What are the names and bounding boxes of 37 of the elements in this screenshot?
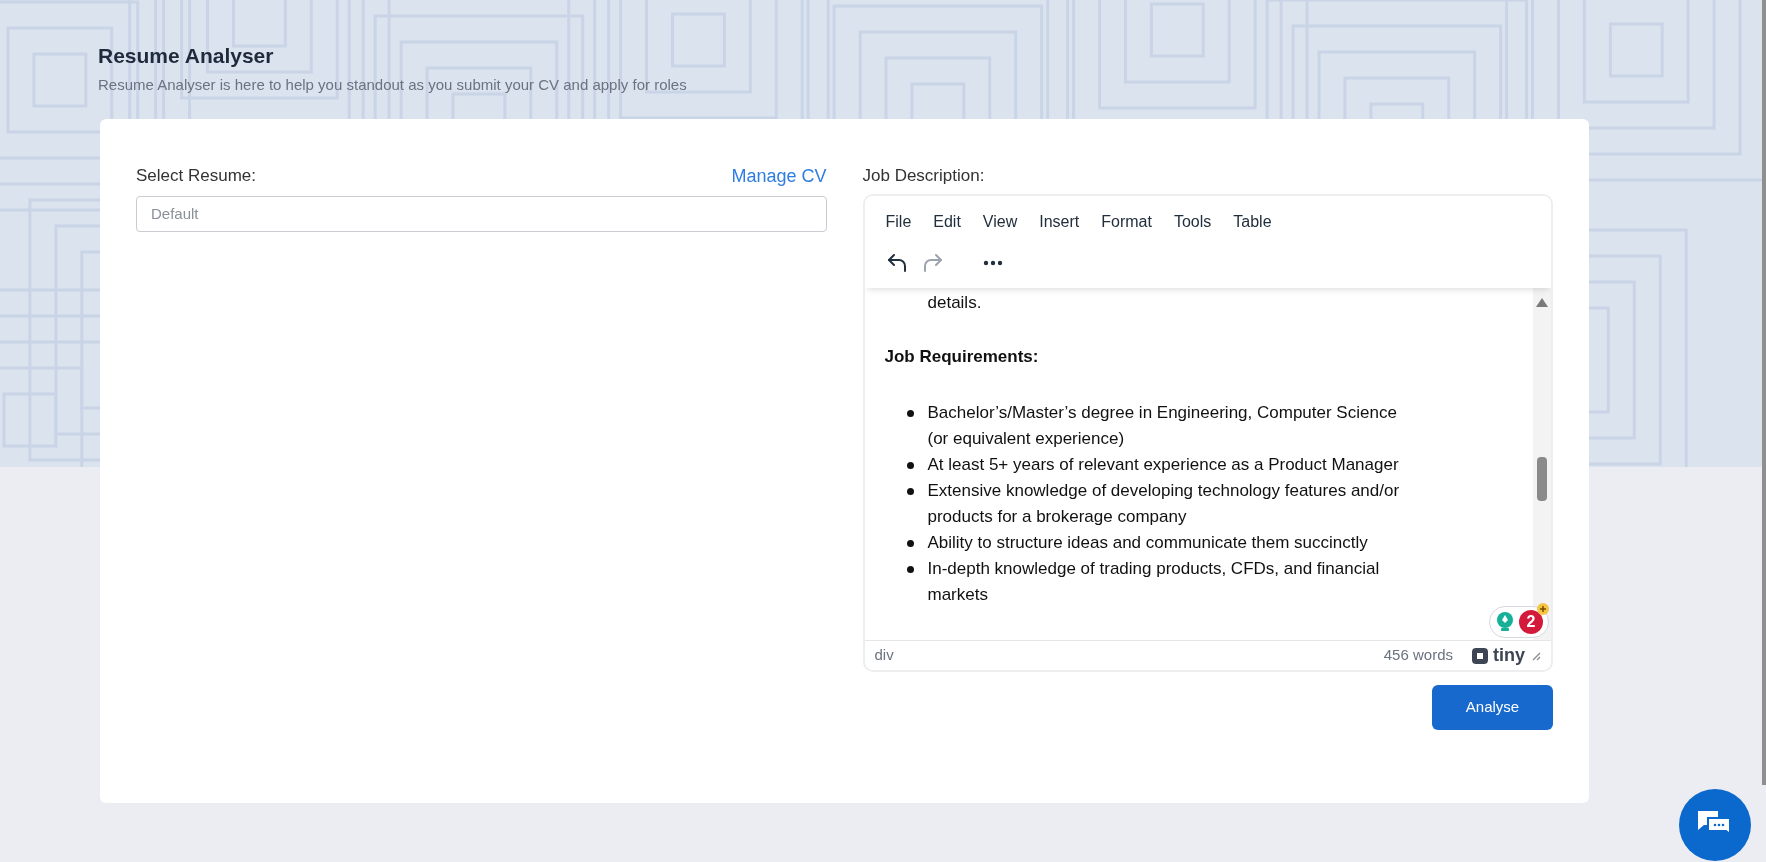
page-subtitle: Resume Analyser is here to help you standout as you submit your CV and apply for roles	[98, 75, 688, 95]
analyse-button[interactable]: Analyse	[1432, 685, 1553, 730]
list-item: In-depth knowledge of trading products, CFDs, and financial markets	[927, 558, 1381, 606]
manage-cv-link[interactable]: Manage CV	[731, 162, 827, 190]
writing-assistant-badge[interactable]: 2	[1489, 606, 1549, 638]
page-title: Resume Analyser	[98, 43, 275, 69]
field-label: Job Description:	[862, 164, 986, 187]
plus-icon	[1537, 603, 1549, 615]
paragraph: details.	[926, 292, 983, 314]
bullet-icon	[906, 462, 914, 469]
bullet-icon	[906, 410, 914, 417]
menu-item[interactable]: Format	[1092, 210, 1161, 234]
field-label: Select Resume:	[136, 165, 256, 188]
bullet-icon	[906, 540, 914, 547]
list-item: Bachelor’s/Master’s degree in Engineering, Computer Science (or equivalent experience)	[927, 402, 1398, 450]
list-item: Extensive knowledge of developing technology features and/or products for a brokerage company	[927, 480, 1401, 528]
bullet-icon	[906, 488, 914, 495]
scrollbar-thumb	[1537, 457, 1547, 501]
section-heading: Job Requirements:	[884, 346, 1040, 368]
menu-item[interactable]: View	[973, 210, 1027, 234]
resize-handle-icon[interactable]	[1531, 650, 1541, 661]
scroll-up-icon	[1536, 298, 1548, 307]
issue-count: 2	[1519, 610, 1543, 634]
resume-select-field[interactable]: Default	[136, 195, 827, 232]
brand-name: tiny	[1493, 644, 1525, 667]
list-item: At least 5+ years of relevant experience as a Product Manager	[927, 454, 1399, 476]
menu-item[interactable]: Table	[1224, 210, 1281, 234]
menu-item[interactable]: Tools	[1164, 210, 1221, 234]
menu-item[interactable]: Insert	[1030, 210, 1089, 234]
word-count: 456 words	[1383, 645, 1453, 666]
tiny-logo-icon	[1471, 646, 1489, 665]
element-path: div	[874, 645, 894, 666]
menu-item[interactable]: File	[876, 210, 921, 234]
list-item: Ability to structure ideas and communicate them succinctly	[927, 532, 1368, 554]
menu-item[interactable]: Edit	[924, 210, 970, 234]
lightbulb-icon	[1495, 611, 1515, 633]
bullet-icon	[906, 566, 914, 573]
